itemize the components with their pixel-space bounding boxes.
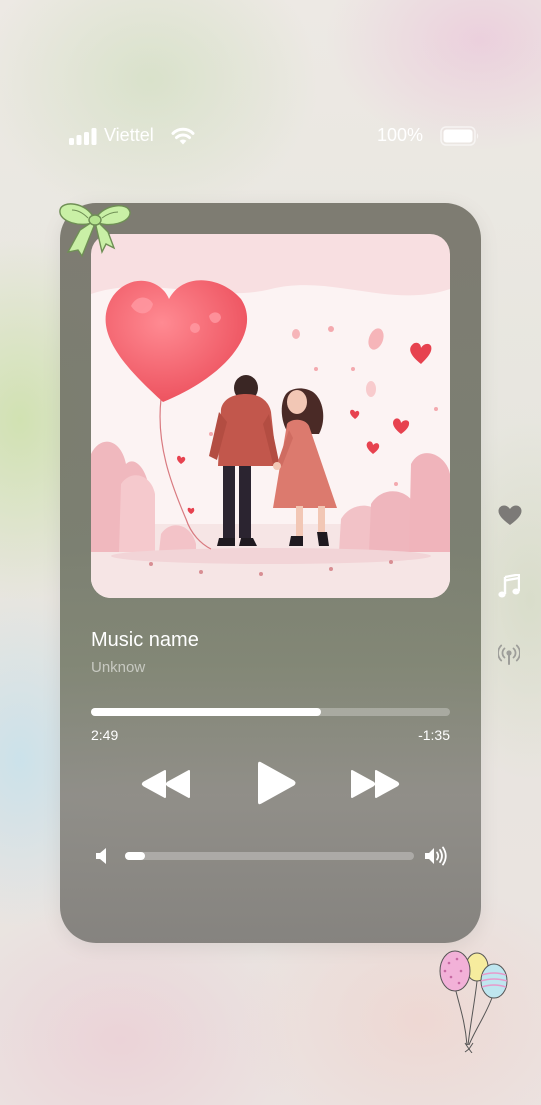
playback-progress-fill [91,708,321,716]
wifi-icon [171,127,195,145]
artist-name: Unknow [91,659,146,676]
music-note-icon[interactable] [498,574,520,598]
carrier-name: Viettel [104,125,154,145]
remaining-time: -1:35 [418,727,450,743]
album-artwork [91,234,450,598]
battery-percentage: 100% [377,125,424,145]
music-player-card: Music name Unknow 2:49 -1:35 [60,203,481,943]
play-button[interactable] [255,760,297,806]
rewind-button[interactable] [141,769,191,799]
battery-icon [440,126,479,146]
track-title: Music name [91,629,199,651]
signal-bars-icon [69,128,97,145]
fast-forward-button[interactable] [350,769,400,799]
airplay-icon[interactable] [498,643,520,665]
playback-progress-slider[interactable] [91,708,450,716]
bow-decoration [59,203,131,258]
volume-high-icon [425,846,447,866]
heart-icon[interactable] [498,505,522,526]
volume-slider[interactable] [125,852,414,860]
balloons-decoration [439,950,508,1053]
elapsed-time: 2:49 [91,727,119,743]
volume-low-icon [96,848,106,864]
volume-fill [125,852,146,860]
status-bar: Viettel 100% [0,124,541,150]
